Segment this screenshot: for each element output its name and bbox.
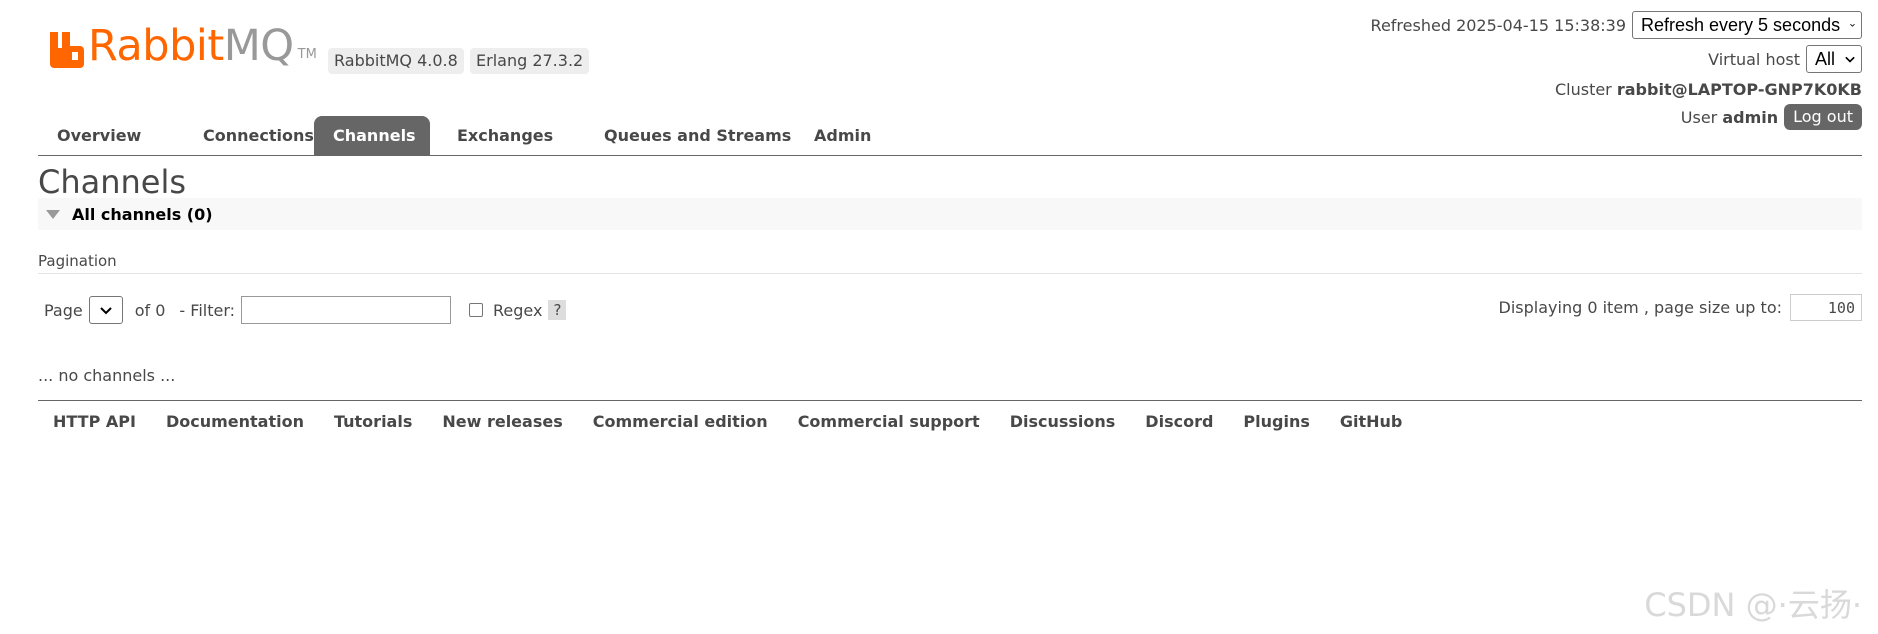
chevron-down-icon: [1850, 23, 1855, 27]
footer-link-discussions[interactable]: Discussions: [995, 412, 1131, 431]
footer-link-github[interactable]: GitHub: [1325, 412, 1418, 431]
footer-link-http-api[interactable]: HTTP API: [38, 412, 151, 431]
empty-message: ... no channels ...: [38, 366, 176, 385]
section-title: All channels (0): [72, 204, 213, 224]
footer-link-documentation[interactable]: Documentation: [151, 412, 319, 431]
tab-admin[interactable]: Admin: [795, 116, 890, 155]
pagination-divider: [38, 273, 1862, 274]
regex-label: Regex: [493, 300, 543, 320]
refreshed-time: 2025-04-15 15:38:39: [1456, 15, 1626, 35]
rabbitmq-version-badge: RabbitMQ 4.0.8: [328, 48, 464, 74]
csdn-watermark: CSDN @·云扬·: [1644, 586, 1862, 624]
page-size-input[interactable]: [1790, 294, 1862, 321]
cluster-row: Cluster rabbit@LAPTOP-GNP7K0KB: [1555, 80, 1862, 99]
erlang-version-badge: Erlang 27.3.2: [470, 48, 590, 74]
footer-link-discord[interactable]: Discord: [1130, 412, 1228, 431]
tab-queues-and-streams[interactable]: Queues and Streams: [585, 116, 810, 155]
footer-links: HTTP API Documentation Tutorials New rel…: [38, 412, 1417, 431]
pagination-controls: Page of 0 - Filter: Regex ?: [44, 296, 567, 324]
main-tabs: Overview Connections Channels Exchanges …: [38, 116, 1862, 156]
page-label: Page: [44, 300, 83, 320]
refreshed-label: Refreshed: [1370, 15, 1451, 35]
all-channels-section-toggle[interactable]: All channels (0): [38, 198, 1862, 230]
cluster-label: Cluster: [1554, 80, 1612, 99]
regex-checkbox[interactable]: [469, 303, 484, 317]
footer-link-new-releases[interactable]: New releases: [427, 412, 577, 431]
filter-input[interactable]: [241, 296, 452, 324]
page-title: Channels: [38, 163, 187, 201]
vhost-label: Virtual host: [1708, 49, 1800, 69]
footer-link-commercial-support[interactable]: Commercial support: [783, 412, 995, 431]
rabbitmq-logo-icon: [50, 32, 84, 68]
pagination-label: Pagination: [38, 252, 117, 270]
footer-divider: [38, 400, 1862, 401]
filter-label: - Filter:: [179, 300, 236, 320]
displaying-label: Displaying 0 item , page size up to:: [1498, 298, 1782, 317]
chevron-down-icon: [100, 307, 112, 315]
refresh-row: Refreshed 2025-04-15 15:38:39 Refresh ev…: [1371, 11, 1862, 39]
tab-connections[interactable]: Connections: [184, 116, 333, 155]
display-count-row: Displaying 0 item , page size up to:: [1499, 294, 1862, 321]
tab-overview[interactable]: Overview: [38, 116, 160, 155]
collapse-triangle-icon: [46, 209, 60, 219]
rabbitmq-logo: RabbitMQ TM: [50, 24, 317, 68]
chevron-down-icon: [1845, 56, 1855, 63]
refresh-interval-select[interactable]: Refresh every 5 seconds: [1632, 11, 1862, 39]
cluster-name: rabbit@LAPTOP-GNP7K0KB: [1616, 80, 1862, 99]
vhost-select[interactable]: All: [1806, 45, 1862, 73]
footer-link-tutorials[interactable]: Tutorials: [319, 412, 427, 431]
page-select[interactable]: [88, 296, 123, 324]
tab-exchanges[interactable]: Exchanges: [438, 116, 572, 155]
page-count: of 0: [134, 300, 166, 320]
footer-link-commercial-edition[interactable]: Commercial edition: [578, 412, 783, 431]
tab-channels[interactable]: Channels: [314, 116, 430, 155]
regex-help-button[interactable]: ?: [548, 300, 567, 320]
logo-wordmark: RabbitMQ: [88, 21, 294, 71]
vhost-row: Virtual host All: [1708, 45, 1862, 73]
logo-trademark: TM: [297, 47, 317, 62]
footer-link-plugins[interactable]: Plugins: [1228, 412, 1324, 431]
